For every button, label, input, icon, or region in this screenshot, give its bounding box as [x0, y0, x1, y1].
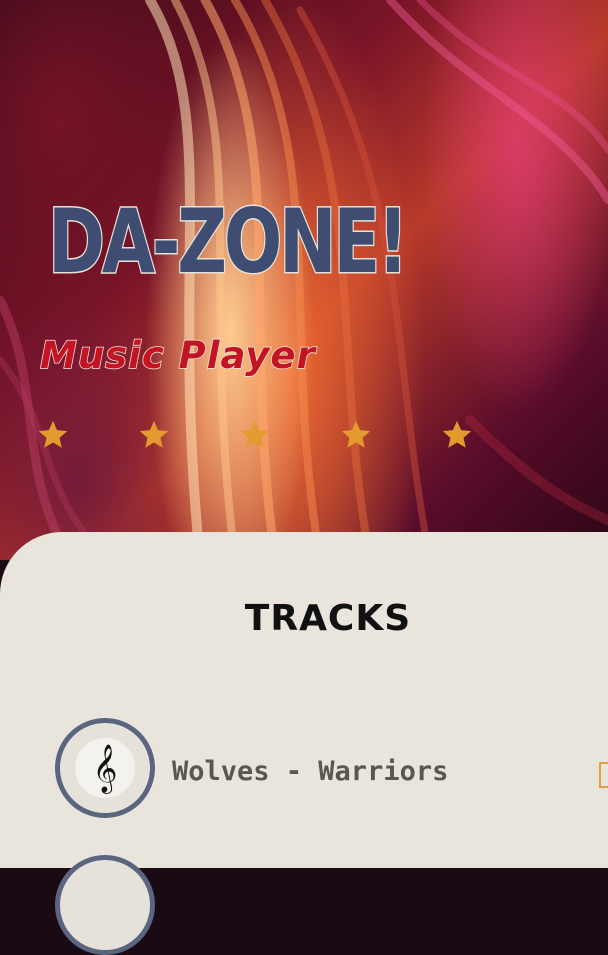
tracks-heading: TRACKS [244, 598, 412, 639]
track-title: Wolves - Warriors [172, 756, 449, 787]
star-icon [341, 420, 371, 448]
track-item[interactable]: 𝄞 Wolves - Warriors [55, 718, 608, 818]
treble-clef-icon: 𝄞 [75, 738, 135, 798]
track-action-icon[interactable] [599, 762, 608, 788]
star-icon [38, 420, 68, 448]
app-subtitle: Music Player [39, 333, 316, 378]
rating-stars [36, 418, 556, 452]
hero-banner: DA-ZONE! Music Player [0, 0, 608, 560]
brand-title: DA-ZONE! [47, 190, 410, 293]
track-disc[interactable]: 𝄞 [55, 718, 155, 818]
star-icon [240, 420, 270, 448]
track-disc-next[interactable] [55, 855, 155, 955]
star-icon [139, 420, 169, 448]
star-icon [442, 420, 472, 448]
